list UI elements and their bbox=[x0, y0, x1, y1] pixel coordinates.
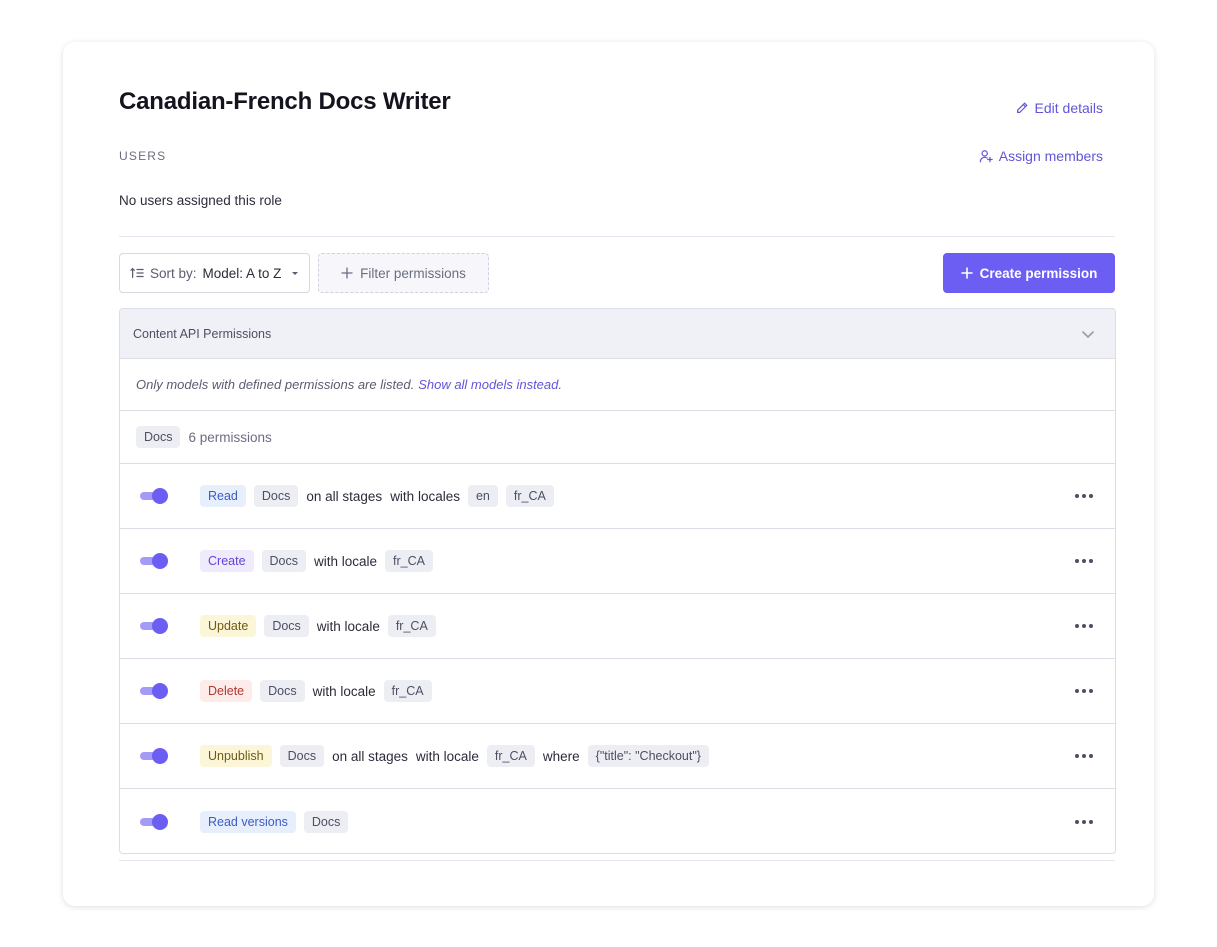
permission-toggle[interactable] bbox=[140, 748, 168, 764]
models-note-text: Only models with defined permissions are… bbox=[136, 377, 415, 392]
sort-icon bbox=[130, 267, 144, 278]
content-api-permissions-panel: Content API Permissions Only models with… bbox=[119, 308, 1116, 854]
page-title: Canadian-French Docs Writer bbox=[119, 88, 451, 115]
permission-toggle[interactable] bbox=[140, 488, 168, 504]
users-section-label: USERS bbox=[119, 149, 167, 163]
permission-row: Unpublish Docs on all stages with locale… bbox=[120, 724, 1115, 789]
user-plus-icon bbox=[979, 150, 993, 163]
permission-row: Create Docs with locale fr_CA bbox=[120, 529, 1115, 594]
locale-text: with locales bbox=[390, 488, 460, 504]
locale-tag: fr_CA bbox=[387, 615, 436, 637]
sort-value: Model: A to Z bbox=[202, 265, 282, 281]
more-options-icon[interactable] bbox=[1075, 683, 1093, 699]
panel-header[interactable]: Content API Permissions bbox=[120, 309, 1115, 359]
where-text: where bbox=[542, 748, 580, 764]
model-tag: Docs bbox=[260, 680, 305, 702]
assign-members-button[interactable]: Assign members bbox=[979, 148, 1103, 164]
create-permission-button[interactable]: Create permission bbox=[943, 253, 1115, 293]
plus-icon bbox=[341, 267, 353, 279]
sort-prefix: Sort by: bbox=[150, 265, 197, 281]
permission-description: Update Docs with locale fr_CA bbox=[200, 615, 436, 637]
models-note: Only models with defined permissions are… bbox=[120, 359, 1115, 411]
action-tag: Delete bbox=[200, 680, 253, 702]
chevron-down-icon[interactable] bbox=[1080, 326, 1096, 342]
show-all-models-link[interactable]: Show all models instead. bbox=[418, 377, 562, 392]
action-tag: Create bbox=[200, 550, 254, 572]
permission-row: Read versions Docs bbox=[120, 789, 1115, 853]
assign-members-label: Assign members bbox=[998, 148, 1103, 164]
caret-down-icon bbox=[292, 272, 299, 275]
permission-description: Create Docs with locale fr_CA bbox=[200, 550, 433, 572]
locale-tag: en bbox=[467, 485, 498, 507]
permission-toggle[interactable] bbox=[140, 618, 168, 634]
more-options-icon[interactable] bbox=[1075, 488, 1093, 504]
role-card: Canadian-French Docs Writer Edit details… bbox=[63, 42, 1154, 906]
permission-description: Unpublish Docs on all stages with locale… bbox=[200, 745, 709, 767]
locale-tag: fr_CA bbox=[383, 680, 432, 702]
permission-row: Read Docs on all stages with locales en … bbox=[120, 464, 1115, 529]
model-group-header: Docs 6 permissions bbox=[120, 411, 1115, 464]
no-users-text: No users assigned this role bbox=[119, 193, 282, 208]
permission-description: Delete Docs with locale fr_CA bbox=[200, 680, 432, 702]
locale-tag: fr_CA bbox=[486, 745, 535, 767]
permission-row: Delete Docs with locale fr_CA bbox=[120, 659, 1115, 724]
locale-text: with locale bbox=[314, 553, 378, 569]
model-tag: Docs bbox=[279, 745, 325, 767]
locale-text: with locale bbox=[415, 748, 479, 764]
panel-title: Content API Permissions bbox=[133, 326, 272, 341]
model-tag: Docs bbox=[261, 550, 307, 572]
divider bbox=[119, 860, 1115, 861]
locale-tag: fr_CA bbox=[385, 550, 433, 572]
model-tag: Docs bbox=[303, 810, 349, 833]
edit-details-label: Edit details bbox=[1034, 100, 1103, 116]
filter-permissions-button[interactable]: Filter permissions bbox=[318, 253, 489, 293]
permission-row: Update Docs with locale fr_CA bbox=[120, 594, 1115, 659]
locale-text: with locale bbox=[316, 618, 380, 634]
condition-tag: {"title": "Checkout"} bbox=[587, 745, 709, 767]
permission-toggle[interactable] bbox=[140, 683, 168, 699]
locale-tag: fr_CA bbox=[505, 485, 554, 507]
locale-text: with locale bbox=[312, 683, 376, 699]
permission-description: Read versions Docs bbox=[200, 810, 349, 833]
model-tag: Docs bbox=[136, 426, 181, 448]
action-tag: Read bbox=[200, 485, 246, 507]
more-options-icon[interactable] bbox=[1075, 553, 1093, 569]
stage-text: on all stages bbox=[332, 748, 408, 764]
action-tag: Read versions bbox=[200, 810, 296, 833]
model-tag: Docs bbox=[264, 615, 309, 637]
permission-toggle[interactable] bbox=[140, 553, 168, 569]
permission-description: Read Docs on all stages with locales en … bbox=[200, 485, 554, 507]
filter-permissions-label: Filter permissions bbox=[360, 265, 466, 281]
more-options-icon[interactable] bbox=[1075, 618, 1093, 634]
permission-count: 6 permissions bbox=[188, 429, 272, 445]
divider bbox=[119, 236, 1115, 237]
sort-dropdown[interactable]: Sort by: Model: A to Z bbox=[119, 253, 310, 293]
model-tag: Docs bbox=[253, 485, 299, 507]
stage-text: on all stages bbox=[306, 488, 383, 504]
edit-details-button[interactable]: Edit details bbox=[1015, 100, 1103, 116]
action-tag: Unpublish bbox=[200, 745, 272, 767]
permission-toggle[interactable] bbox=[140, 813, 168, 830]
action-tag: Update bbox=[200, 615, 257, 637]
more-options-icon[interactable] bbox=[1075, 814, 1093, 830]
plus-icon bbox=[960, 267, 973, 279]
more-options-icon[interactable] bbox=[1075, 748, 1093, 764]
pencil-icon bbox=[1016, 102, 1027, 113]
create-permission-label: Create permission bbox=[979, 265, 1098, 281]
